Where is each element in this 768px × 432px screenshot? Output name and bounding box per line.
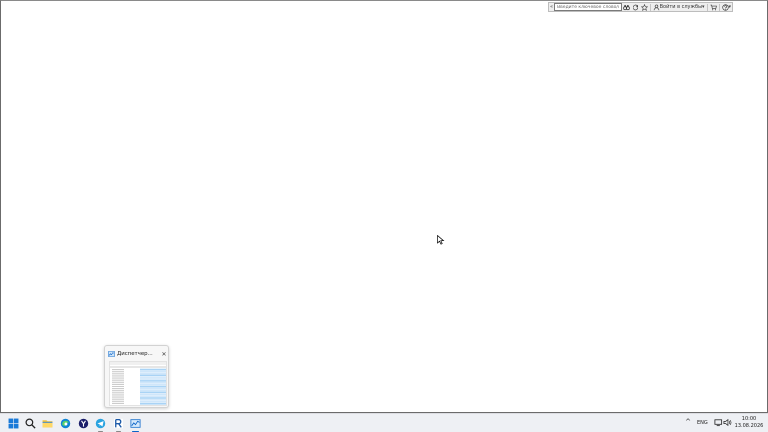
- miniature-row-label: [112, 397, 124, 399]
- toolbar-separator: [718, 3, 720, 11]
- miniature-row-values: [140, 376, 166, 378]
- miniature-row-values: [140, 404, 166, 405]
- mouse-pointer-icon: [437, 235, 445, 245]
- miniature-row-values: [140, 399, 166, 401]
- taskbar-telegram[interactable]: [94, 417, 107, 432]
- miniature-row-values: [140, 368, 166, 371]
- miniature-row-values: [140, 380, 166, 382]
- info-center-toolbar: « Войти в службы ▾ ▾: [548, 2, 733, 12]
- help-button[interactable]: ▾: [721, 3, 733, 11]
- taskbar-task-manager[interactable]: [129, 417, 142, 432]
- edge-browser-icon: [60, 418, 71, 429]
- communication-center-button[interactable]: [631, 3, 640, 11]
- miniature-row-label: [112, 395, 124, 397]
- miniature-row-label: [112, 389, 124, 391]
- miniature-row-label: [112, 405, 124, 406]
- miniature-row-label: [112, 393, 124, 395]
- chevron-down-icon: ▾: [702, 4, 705, 10]
- clock-time: 10:00: [741, 416, 757, 422]
- revit-icon: [114, 418, 123, 429]
- miniature-row-label: [112, 384, 124, 385]
- star-icon: [640, 3, 648, 11]
- user-icon: [653, 4, 659, 10]
- miniature-row-values: [140, 391, 166, 394]
- miniature-row-values: [140, 395, 166, 397]
- miniature-row-label: [112, 369, 124, 370]
- miniature-row-label: [112, 380, 124, 382]
- sign-in-button[interactable]: Войти в службы ▾: [652, 3, 706, 11]
- toolbar-separator: [706, 3, 708, 11]
- miniature-row-label: [112, 388, 124, 389]
- miniature-row-values: [140, 372, 166, 375]
- system-clock[interactable]: 10:00 13.08.2026: [734, 416, 764, 430]
- miniature-row-label: [112, 391, 124, 393]
- show-hidden-icons-button[interactable]: ^: [684, 418, 692, 428]
- task-manager-icon: [108, 351, 115, 357]
- miniature-row-values: [140, 393, 166, 395]
- miniature-row-label: [112, 386, 124, 387]
- taskbar-yandex-browser[interactable]: [77, 417, 90, 430]
- binoculars-icon: [622, 4, 630, 10]
- sign-in-label: Войти в службы: [659, 4, 703, 10]
- miniature-row-values: [140, 402, 166, 405]
- miniature-row-values: [140, 382, 166, 384]
- telegram-icon: [95, 418, 106, 429]
- miniature-row-values: [140, 401, 166, 403]
- search-icon: [25, 418, 36, 429]
- help-icon: [721, 3, 729, 11]
- miniature-row-label: [112, 401, 124, 403]
- taskbar: ^ ENG 10:00 13.08.2026: [0, 413, 768, 432]
- sync-icon: [632, 4, 638, 10]
- miniature-row-values: [140, 383, 166, 386]
- task-manager-miniature: [110, 362, 166, 406]
- thumbnail-title: Диспетчер...: [117, 351, 153, 357]
- miniature-row-label: [112, 376, 124, 378]
- desktop-screen: « Войти в службы ▾ ▾: [0, 0, 768, 432]
- miniature-row-values: [140, 389, 166, 392]
- miniature-row-values: [140, 397, 166, 399]
- network-icon[interactable]: [714, 418, 723, 427]
- start-button[interactable]: [7, 417, 20, 430]
- volume-icon[interactable]: [723, 418, 732, 427]
- taskbar-thumbnail-preview[interactable]: Диспетчер... ✕: [104, 345, 169, 408]
- miniature-row-label: [112, 403, 124, 404]
- thumbnail-window-image: [109, 361, 167, 406]
- clock-date: 13.08.2026: [734, 423, 764, 429]
- thumbnail-header: Диспетчер... ✕: [108, 350, 167, 358]
- input-language-indicator[interactable]: ENG: [697, 420, 708, 426]
- thumbnail-close-button[interactable]: ✕: [161, 351, 167, 358]
- miniature-row-label: [112, 378, 124, 380]
- taskbar-search-button[interactable]: [24, 417, 37, 430]
- folder-icon: [42, 420, 53, 428]
- miniature-row-values: [140, 378, 166, 380]
- taskbar-file-explorer[interactable]: [41, 417, 54, 430]
- toolbar-separator: [649, 3, 651, 11]
- miniature-row-label: [112, 372, 124, 374]
- yandex-browser-icon: [78, 418, 89, 429]
- miniature-row-label: [112, 374, 124, 376]
- miniature-row-values: [140, 385, 166, 388]
- miniature-row-values: [140, 370, 166, 373]
- search-input[interactable]: [554, 3, 622, 11]
- miniature-row-label: [112, 382, 124, 384]
- taskbar-edge[interactable]: [59, 417, 72, 430]
- chevron-down-icon: ▾: [728, 4, 732, 10]
- binoculars-search-button[interactable]: [622, 3, 631, 11]
- miniature-row-label: [112, 399, 124, 401]
- miniature-row-values: [140, 374, 166, 376]
- taskbar-revit[interactable]: [112, 417, 125, 432]
- cart-icon: [710, 4, 717, 10]
- miniature-row-label: [112, 370, 124, 372]
- windows-logo-icon: [8, 418, 19, 429]
- store-button[interactable]: [709, 3, 718, 11]
- favorites-button[interactable]: [640, 3, 649, 11]
- task-manager-icon: [130, 419, 141, 428]
- miniature-row-values: [140, 387, 166, 390]
